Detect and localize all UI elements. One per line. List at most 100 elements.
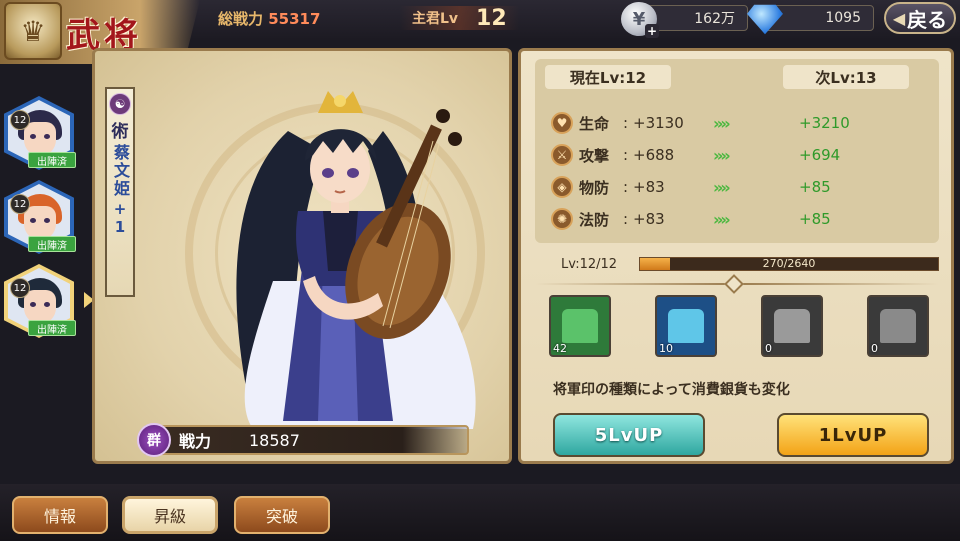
faction-icon: 群 [137,423,171,457]
seal-hint: 将軍印の種類によって消費銀貨も変化 [553,382,790,398]
hero-power-bar: 群 戦力 18587 [137,423,469,457]
lion-emblem-icon: ♛ [4,2,62,60]
character-level: 12 [10,194,30,214]
total-power-label: 総戦力 [218,10,264,28]
seal-count: 0 [871,342,878,355]
silver-coin-icon: ¥ + [621,2,659,38]
attack-icon: ⚔ [551,144,573,166]
power-value: 18587 [249,430,300,450]
stat-row: ✺ 法防: +83 »» +85 [551,205,931,233]
avatar-eye [30,302,36,307]
total-power: 総戦力 55317 [218,8,320,29]
stat-next-value: +3210 [799,114,850,132]
seal-item[interactable]: 0 [867,295,929,357]
total-power-value: 55317 [268,10,321,28]
stat-next-value: +694 [799,146,841,164]
exp-bar: 270/2640 [639,257,939,271]
avatar-eye [30,218,36,223]
heart-icon: ♥ [551,112,573,134]
seal-count: 0 [765,342,772,355]
seal-item[interactable]: 0 [761,295,823,357]
current-level-label: 現在Lv:12 [545,65,671,89]
stat-name: 法防 [579,210,610,229]
back-label: 戻る [907,7,948,32]
back-arrow-icon: ◀ [892,8,906,28]
tab-0[interactable]: 情報 [12,496,108,534]
stat-colon: : [623,210,629,228]
next-level-label: 次Lv:13 [783,65,909,89]
increase-arrow-icon: »» [713,177,731,197]
increase-arrow-icon: »» [713,145,731,165]
character-level: 12 [10,110,30,130]
plus-icon: + [645,24,659,38]
seal-item[interactable]: 42 [549,295,611,357]
avatar-face [24,206,56,240]
avatar-face [24,122,56,156]
avatar-eye [44,302,50,307]
lord-level-value: 12 [476,5,507,31]
stat-colon: : [623,178,629,196]
seal-item[interactable]: 10 [655,295,717,357]
gem-amount: 1095 [825,10,861,26]
lord-level-label: 主君Lv [412,11,459,27]
deployed-tag: 出陣済 [28,152,76,168]
stat-row: ◈ 物防: +83 »» +85 [551,173,931,201]
back-button[interactable]: ◀ 戻る [884,2,956,34]
avatar-eye [44,134,50,139]
stat-name: 物防 [579,178,610,197]
stat-row: ⚔ 攻撃: +688 »» +694 [551,141,931,169]
avatar-face [24,290,56,324]
level-up-panel: 現在Lv:12 次Lv:13 ♥ 生命: +3130»» +3210 ⚔ 攻撃: +688»… [518,48,954,464]
character-list: 12 出陣済 12 出陣済 12 出陣済 [0,96,96,346]
character-slot[interactable]: 12 出陣済 [4,180,84,260]
divider-ornament [724,274,744,294]
silver-amount: 162万 [694,11,735,27]
stat-colon: : [623,146,629,164]
avatar-eye [44,218,50,223]
lord-level: 主君Lv 12 [400,5,519,31]
deployed-tag: 出陣済 [28,320,76,336]
yin-yang-icon: ☯ [109,93,131,115]
stat-current-value: +688 [633,146,675,164]
power-label: 戦力 [179,432,212,451]
stat-name: 攻撃 [579,146,610,165]
stat-name: 生命 [579,114,610,133]
seal-count: 10 [659,342,673,355]
lion-seal-icon [880,309,916,343]
stat-current-value: +3130 [633,114,684,132]
hero-name-banner: ☯ 術 蔡文姫 +1 [105,87,135,297]
stat-current-value: +83 [633,210,665,228]
tab-1[interactable]: 昇級 [122,496,218,534]
lvup-1-button[interactable]: 1LvUP [777,413,929,457]
character-level: 12 [10,278,30,298]
stat-next-value: +85 [799,210,831,228]
character-slot[interactable]: 12 出陣済 [4,96,84,176]
stat-row: ♥ 生命: +3130 »» +3210 [551,109,931,137]
hero-name: 蔡文姫 [111,144,130,198]
portrait-panel: ☯ 術 蔡文姫 +1 群 戦力 18587 [92,48,512,464]
hero-plus: +1 [111,200,129,236]
lvup-5-button[interactable]: 5LvUP [553,413,705,457]
gem-currency[interactable]: 1095 [747,4,874,35]
avatar-eye [30,134,36,139]
hero-portrait [236,91,476,429]
blue-turtle-seal-icon [668,309,704,343]
stats-comparison: 現在Lv:12 次Lv:13 ♥ 生命: +3130»» +3210 ⚔ 攻撃: +688»… [535,59,939,243]
level-progress-label: Lv:12/12 [561,256,618,272]
exp-text: 270/2640 [762,257,816,270]
character-slot[interactable]: 12 出陣済 [4,264,94,344]
hero-class: 術 [111,122,129,142]
dragon-seal-icon [774,309,810,343]
stat-current-value: +83 [633,178,665,196]
jade-seal-icon [562,309,598,343]
increase-arrow-icon: »» [713,209,731,229]
shield-icon: ◈ [551,176,573,198]
tab-2[interactable]: 突破 [234,496,330,534]
increase-arrow-icon: »» [713,113,731,133]
silver-currency[interactable]: ¥ + 162万 [621,2,748,38]
seal-items: 42 10 0 0 [545,295,941,361]
level-progress: Lv:12/12 270/2640 [561,255,945,273]
stat-colon: : [623,114,629,132]
magic-shield-icon: ✺ [551,208,573,230]
seal-count: 42 [553,342,567,355]
